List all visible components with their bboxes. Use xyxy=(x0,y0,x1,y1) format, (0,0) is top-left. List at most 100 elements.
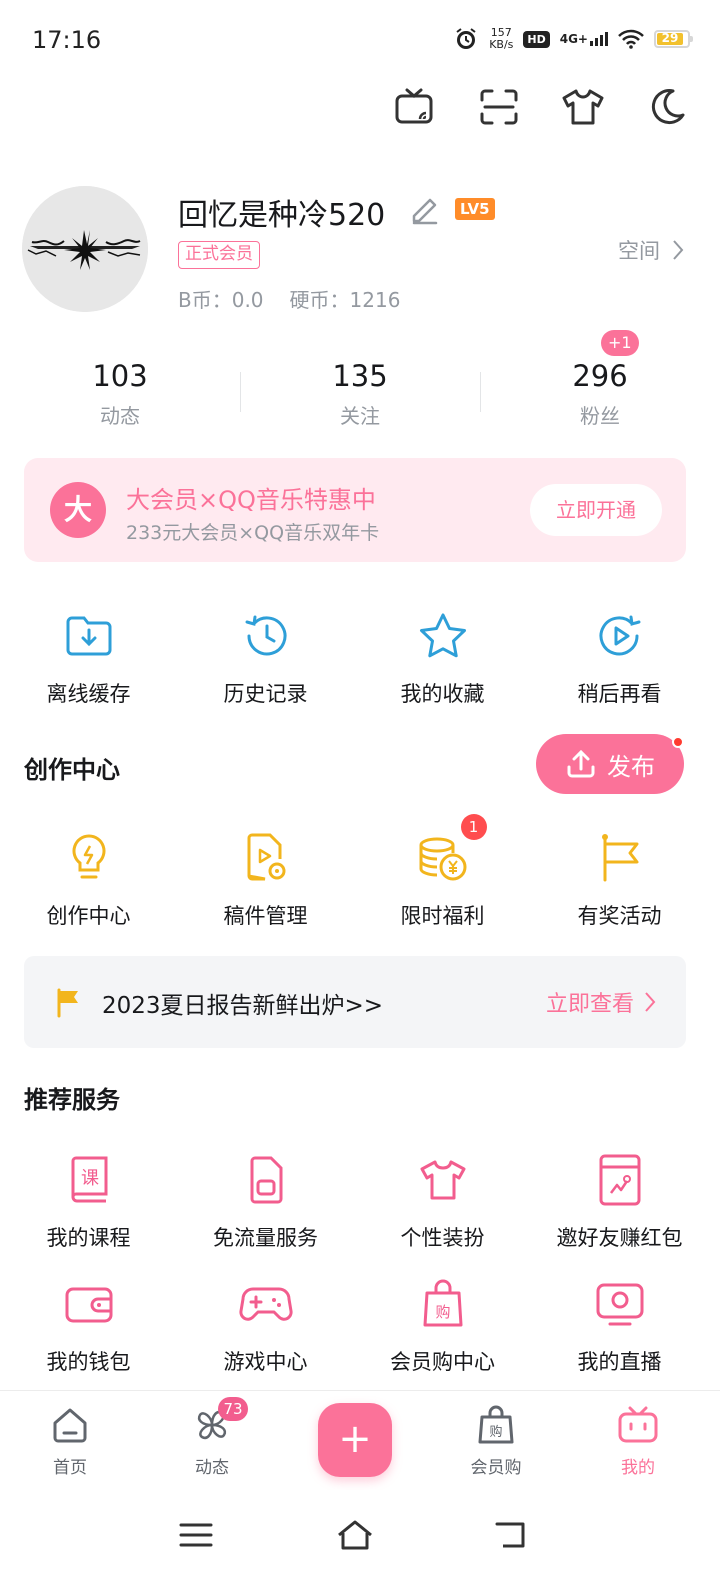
nav-label: 我的 xyxy=(621,1458,655,1478)
favorites-item[interactable]: 我的收藏 xyxy=(354,606,531,708)
home-icon[interactable] xyxy=(325,1510,385,1560)
services-row-1: 课 我的课程 免流量服务 个性装扮 邀好友赚红包 xyxy=(0,1150,720,1252)
stat-label: 关注 xyxy=(340,404,380,428)
cell-label: 个性装扮 xyxy=(400,1226,485,1250)
offline-cache-item[interactable]: 离线缓存 xyxy=(0,606,177,708)
stat-fans[interactable]: 296 粉丝 xyxy=(480,356,720,436)
wallet-icon xyxy=(59,1274,119,1334)
svg-text:课: 课 xyxy=(81,1168,99,1189)
status-bar: 17:16 157 KB/s HD 4G+ 29 xyxy=(0,0,720,80)
signal-icon: 4G+ xyxy=(560,32,608,46)
view-now-link[interactable]: 立即查看 xyxy=(546,986,656,1018)
cell-label: 稿件管理 xyxy=(223,904,308,928)
avatar[interactable] xyxy=(22,186,148,312)
top-toolbar xyxy=(388,80,694,134)
watch-later-item[interactable]: 稍后再看 xyxy=(531,606,708,708)
cell-label: 游戏中心 xyxy=(223,1350,308,1374)
stat-label: 动态 xyxy=(100,404,140,428)
manuscript-icon xyxy=(236,828,296,888)
cell-label: 有奖活动 xyxy=(577,904,662,928)
limited-welfare-item[interactable]: 1 限时福利 xyxy=(354,814,531,930)
moon-icon[interactable] xyxy=(640,80,694,134)
nav-mine[interactable]: 我的 xyxy=(588,1405,688,1478)
open-vip-button[interactable]: 立即开通 xyxy=(530,484,662,536)
status-time: 17:16 xyxy=(32,26,102,54)
status-icons: 157 KB/s HD 4G+ 29 xyxy=(453,24,693,54)
level-badge: LV5 xyxy=(455,198,495,220)
tshirt-icon[interactable] xyxy=(556,80,610,134)
stat-dynamic[interactable]: 103 动态 xyxy=(0,356,240,436)
my-courses-item[interactable]: 课 我的课程 xyxy=(0,1150,177,1252)
system-nav-bar xyxy=(0,1490,720,1592)
divider xyxy=(240,372,241,412)
svg-text:购: 购 xyxy=(489,1424,502,1440)
data-free-service-item[interactable]: 免流量服务 xyxy=(177,1150,354,1252)
publish-button[interactable]: 发布 xyxy=(536,734,684,794)
nav-label: 动态 xyxy=(195,1458,229,1478)
my-live-item[interactable]: 我的直播 xyxy=(531,1274,708,1376)
shopping-bag-icon: 购 xyxy=(413,1274,473,1334)
creation-grid: 创作中心 稿件管理 1 限时福利 有奖活动 xyxy=(0,814,720,930)
stat-value: 103 xyxy=(92,359,148,393)
welfare-badge: 1 xyxy=(460,814,487,840)
summer-report-banner[interactable]: 2023夏日报告新鲜出炉>> 立即查看 xyxy=(24,956,686,1048)
tv-cast-icon[interactable] xyxy=(388,80,442,134)
history-item[interactable]: 历史记录 xyxy=(177,606,354,708)
edit-icon[interactable] xyxy=(408,192,442,226)
download-folder-icon xyxy=(59,606,119,666)
vip-shop-center-item[interactable]: 购 会员购中心 xyxy=(354,1274,531,1376)
creation-section-title: 创作中心 xyxy=(24,756,120,784)
vip-promo-banner[interactable]: 大 大会员×QQ音乐特惠中 233元大会员×QQ音乐双年卡 立即开通 xyxy=(24,458,686,562)
nav-vip-shop[interactable]: 购 会员购 xyxy=(446,1405,546,1478)
divider xyxy=(480,372,481,412)
scan-icon[interactable] xyxy=(472,80,526,134)
history-icon xyxy=(236,606,296,666)
tshirt-icon xyxy=(413,1150,473,1210)
create-plus-button[interactable]: + xyxy=(318,1403,392,1477)
cell-label: 稍后再看 xyxy=(577,682,662,706)
game-center-item[interactable]: 游戏中心 xyxy=(177,1274,354,1376)
bcoin-balance: B币：0.0 xyxy=(178,288,264,312)
chevron-right-icon xyxy=(673,240,684,260)
quick-actions: 离线缓存 历史记录 我的收藏 稍后再看 xyxy=(0,606,720,708)
course-icon: 课 xyxy=(59,1150,119,1210)
reward-activity-item[interactable]: 有奖活动 xyxy=(531,828,708,930)
network-speed: 157 KB/s xyxy=(489,26,514,51)
menu-icon[interactable] xyxy=(166,1510,226,1560)
dynamic-count-badge: 73 xyxy=(218,1397,248,1421)
coin-info: B币：0.0 硬币：1216 xyxy=(178,284,400,313)
space-link[interactable]: 空间 xyxy=(618,235,684,265)
star-icon xyxy=(413,606,473,666)
gamepad-icon xyxy=(236,1274,296,1334)
my-wallet-item[interactable]: 我的钱包 xyxy=(0,1274,177,1376)
home-icon xyxy=(53,1408,87,1443)
lightbulb-icon xyxy=(59,828,119,888)
invite-friends-item[interactable]: 邀好友赚红包 xyxy=(531,1150,708,1252)
upload-icon xyxy=(567,749,595,778)
nav-home[interactable]: 首页 xyxy=(20,1405,120,1478)
services-row-2: 我的钱包 游戏中心 购 会员购中心 我的直播 xyxy=(0,1274,720,1376)
creation-center-item[interactable]: 创作中心 xyxy=(0,828,177,930)
cell-label: 免流量服务 xyxy=(213,1226,318,1250)
username: 回忆是种冷520 xyxy=(178,198,386,233)
vip-icon: 大 xyxy=(50,482,106,538)
chevron-right-icon xyxy=(645,992,656,1012)
cell-label: 我的钱包 xyxy=(46,1350,131,1374)
personal-dressup-item[interactable]: 个性装扮 xyxy=(354,1150,531,1252)
nav-dynamic[interactable]: 73 动态 xyxy=(162,1397,262,1478)
manuscript-item[interactable]: 稿件管理 xyxy=(177,828,354,930)
coin-balance: 硬币：1216 xyxy=(289,288,401,312)
cell-label: 限时福利 xyxy=(400,904,485,928)
shopping-bag-icon: 购 xyxy=(478,1405,514,1444)
summer-report-text: 2023夏日报告新鲜出炉>> xyxy=(102,993,384,1019)
wifi-icon xyxy=(618,29,644,49)
vip-promo-subtitle: 233元大会员×QQ音乐双年卡 xyxy=(126,522,380,544)
stat-following[interactable]: 135 关注 xyxy=(240,356,480,436)
cell-label: 我的直播 xyxy=(577,1350,662,1374)
hd-badge: HD xyxy=(523,30,550,48)
coins-icon: 1 xyxy=(413,814,487,888)
cell-label: 离线缓存 xyxy=(46,682,131,706)
watch-later-icon xyxy=(590,606,650,666)
stat-value: 135 xyxy=(332,359,388,393)
back-icon[interactable] xyxy=(482,1510,542,1560)
